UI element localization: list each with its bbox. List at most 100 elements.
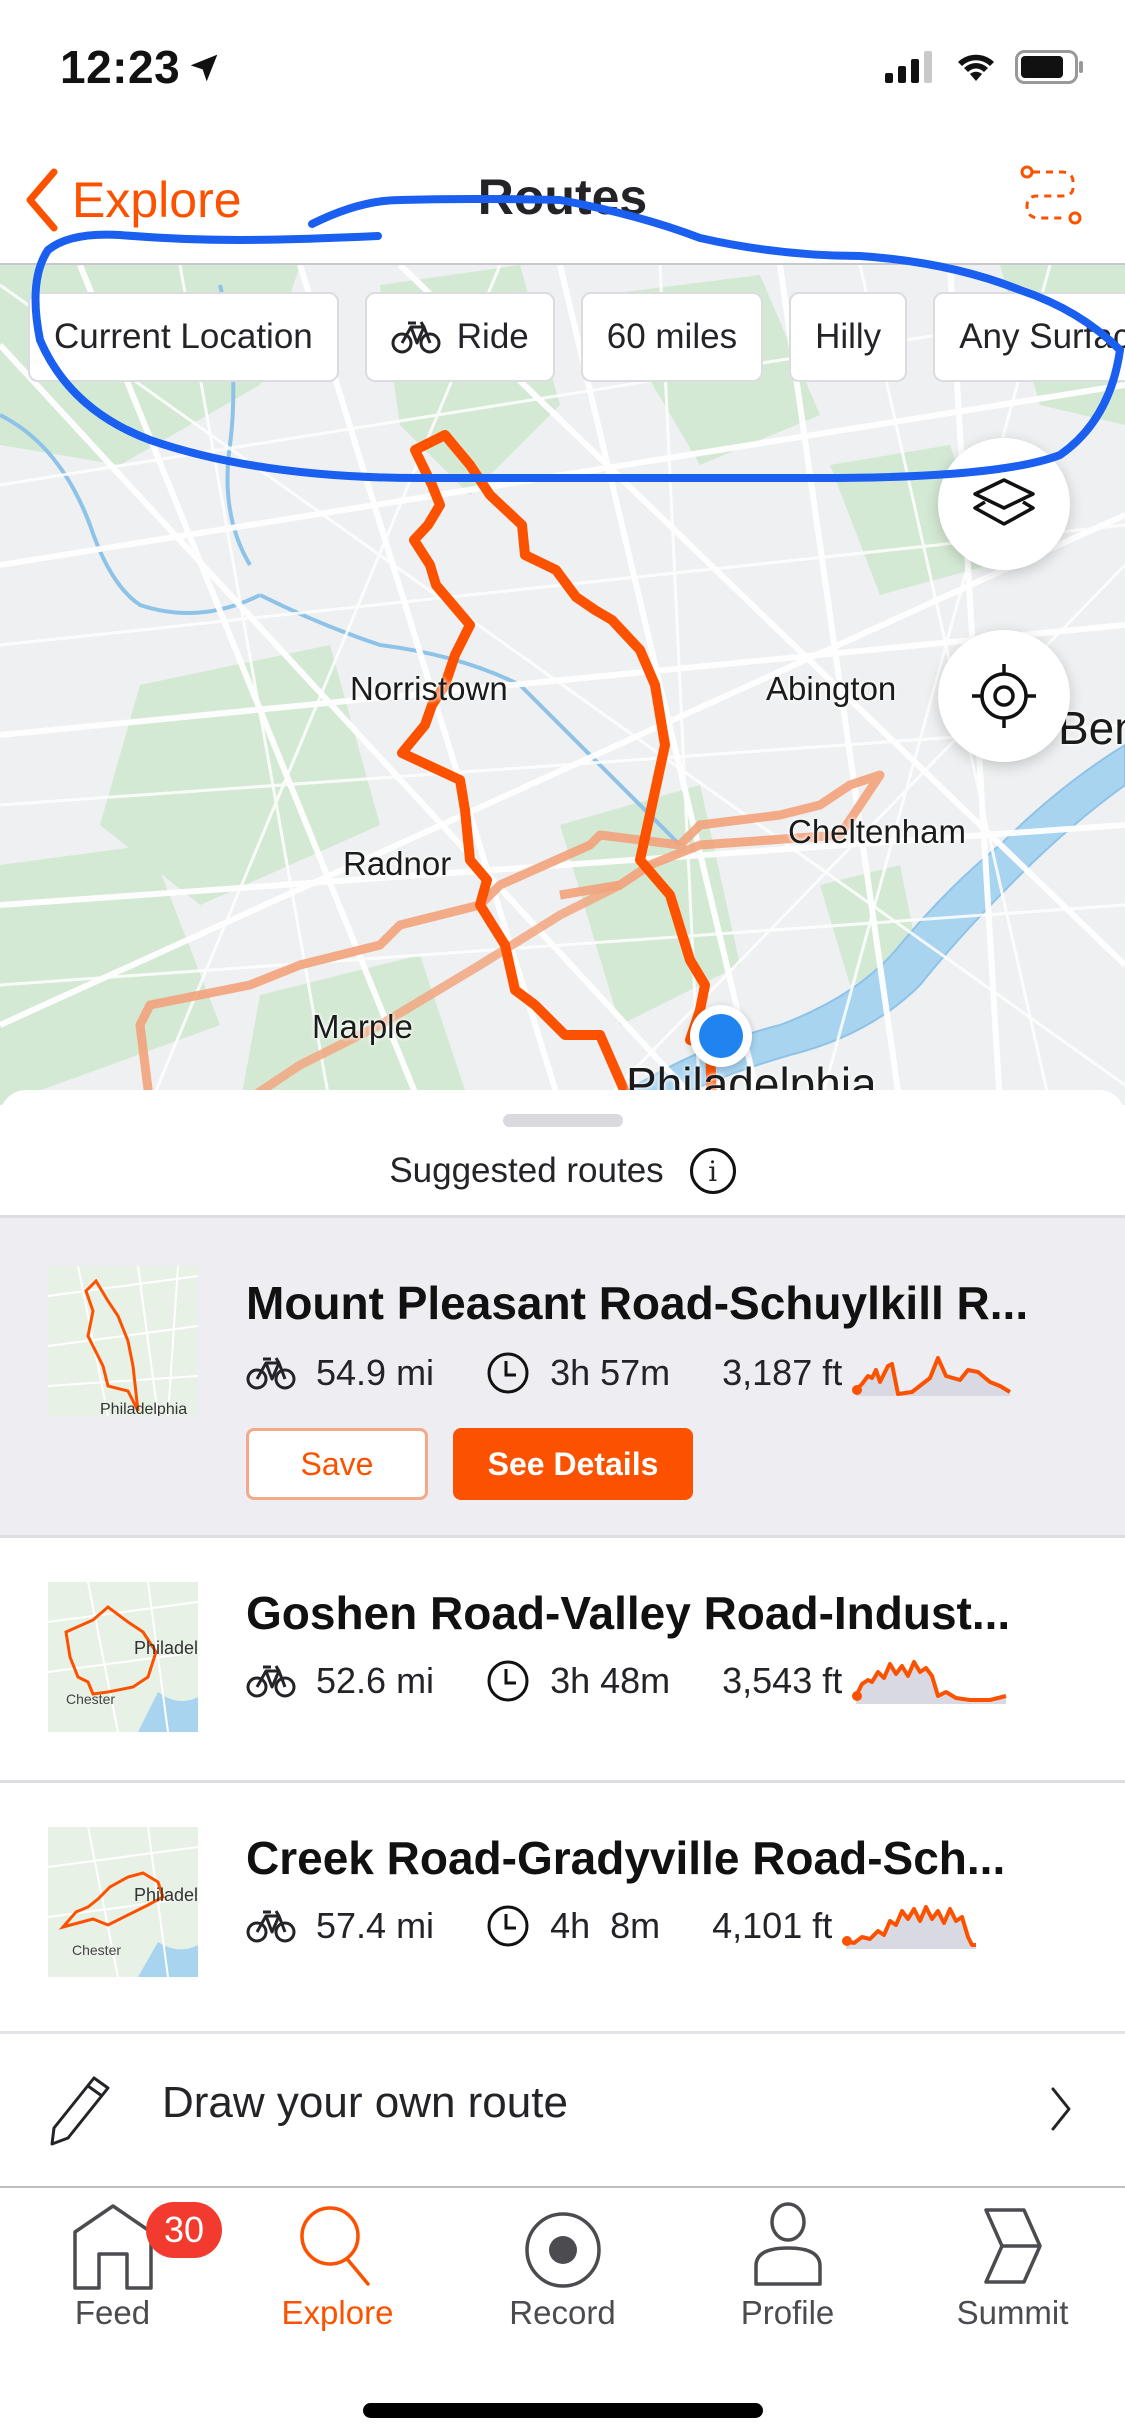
elevation-profile-chart	[852, 1660, 1007, 1704]
thumb-label-2: Chester	[72, 1942, 121, 1958]
home-indicator[interactable]	[363, 2403, 763, 2418]
chevron-right-icon	[1051, 2087, 1071, 2131]
route-stats: 52.6 mi 3h 48m 3,543 ft	[246, 1656, 1015, 1706]
profile-icon	[753, 2202, 822, 2286]
clock-icon	[487, 1905, 529, 1947]
filter-chip-surface[interactable]: Any Surface	[933, 292, 1125, 382]
tab-record[interactable]: Record	[450, 2188, 675, 2338]
time-stat: 4h 8m	[486, 1904, 660, 1948]
bike-icon	[246, 1910, 296, 1943]
distance-stat: 54.9 mi	[246, 1352, 434, 1394]
locate-me-icon	[972, 664, 1036, 728]
elevation-stat: 3,543 ft	[722, 1656, 1015, 1706]
draw-route-label: Draw your own route	[162, 2078, 568, 2127]
time-stat: 3h 48m	[486, 1659, 670, 1703]
sheet-grabber[interactable]	[503, 1114, 623, 1127]
filter-chip-activity[interactable]: Ride	[364, 292, 555, 382]
map-label-marple: Marple	[312, 1008, 413, 1045]
save-button[interactable]: Save	[246, 1428, 428, 1500]
route-stats: 57.4 mi 4h 8m 4,101 ft	[246, 1901, 1005, 1951]
locate-me-button[interactable]	[938, 630, 1070, 762]
map-layers-button[interactable]	[938, 438, 1070, 570]
distance-value: 54.9 mi	[316, 1352, 435, 1393]
map-label-radnor: Radnor	[343, 845, 452, 882]
time-value: 3h 48m	[550, 1660, 671, 1701]
notification-badge: 30	[146, 2202, 222, 2258]
bike-icon	[246, 1357, 296, 1390]
bike-icon	[246, 1665, 296, 1698]
route-stats: 54.9 mi 3h 57m 3,187 ft	[246, 1348, 1015, 1398]
search-icon	[299, 2206, 370, 2286]
sheet-header: Suggested routes i	[0, 1148, 1125, 1194]
tab-label: Summit	[956, 2294, 1069, 2331]
route-thumbnail: Philadelphia Chester	[48, 1582, 198, 1732]
location-arrow-icon	[190, 54, 218, 82]
elevation-value: 3,187 ft	[722, 1352, 843, 1393]
elevation-stat: 3,187 ft	[722, 1348, 1015, 1398]
current-location-dot	[690, 1005, 752, 1067]
filter-chip-location[interactable]: Current Location	[28, 292, 339, 382]
elevation-value: 3,543 ft	[722, 1660, 843, 1701]
route-name: Mount Pleasant Road-Schuylkill R...	[246, 1277, 1029, 1329]
elevation-profile-chart	[852, 1356, 1012, 1396]
bike-icon	[391, 321, 441, 354]
home-icon	[72, 2204, 153, 2290]
route-item[interactable]: Philadelphia Chester Goshen Road-Valley …	[0, 1535, 1125, 1780]
distance-stat: 52.6 mi	[246, 1660, 434, 1702]
page-title: Routes	[477, 169, 648, 225]
pencil-icon	[50, 2076, 110, 2146]
summit-icon	[983, 2208, 1042, 2284]
tab-label: Explore	[281, 2294, 394, 2331]
status-icons	[885, 50, 1085, 84]
thumb-label-2: Chester	[66, 1691, 115, 1707]
elevation-profile-chart	[842, 1905, 977, 1949]
map-view[interactable]: Norristown Abington Cheltenham Radnor Ma…	[0, 265, 1125, 1105]
route-item[interactable]: Philadelphia Chester Creek Road-Gradyvil…	[0, 1780, 1125, 2030]
filter-chip-distance[interactable]: 60 miles	[580, 292, 764, 382]
layers-icon	[973, 478, 1035, 526]
route-thumbnail: Philadelphia	[48, 1266, 198, 1416]
map-label-abington: Abington	[766, 670, 897, 707]
suggested-routes-sheet: Suggested routes i Philadelphia Mount Pl…	[0, 1090, 1125, 2190]
info-icon[interactable]: i	[689, 1148, 736, 1194]
tab-profile[interactable]: Profile	[675, 2188, 900, 2338]
tab-label: Record	[509, 2294, 616, 2331]
route-name: Goshen Road-Valley Road-Indust...	[246, 1587, 1011, 1639]
chip-label: Current Location	[54, 317, 313, 356]
clock-icon	[487, 1352, 529, 1394]
draw-own-route-row[interactable]: Draw your own route	[0, 2031, 1125, 2186]
elevation-value: 4,101 ft	[712, 1905, 833, 1946]
filter-chips: Current Location Ride 60 miles Hilly Any…	[0, 292, 1125, 384]
chip-label: Any Surface	[959, 317, 1125, 356]
thumb-label: Philadelphia	[134, 1638, 198, 1658]
sheet-title: Suggested routes	[389, 1151, 664, 1190]
status-time: 12:23	[60, 41, 181, 93]
route-item[interactable]: Philadelphia Mount Pleasant Road-Schuylk…	[0, 1215, 1125, 1535]
time-value: 4h 8m	[550, 1905, 661, 1946]
map-label-norristown: Norristown	[350, 670, 508, 707]
route-name: Creek Road-Gradyville Road-Sch...	[246, 1832, 1006, 1884]
battery-icon	[1015, 50, 1083, 84]
distance-stat: 57.4 mi	[246, 1905, 434, 1947]
chip-label: Ride	[456, 317, 529, 356]
time-value: 3h 57m	[550, 1352, 671, 1393]
nav-bar: Explore Routes	[0, 140, 1125, 265]
filter-chip-elevation[interactable]: Hilly	[789, 292, 908, 382]
route-builder-icon[interactable]	[1015, 160, 1087, 232]
record-icon	[524, 2212, 601, 2288]
status-bar: 12:23	[0, 0, 1125, 140]
thumb-label: Philadelphia	[100, 1401, 187, 1416]
tab-label: Feed	[74, 2294, 151, 2331]
signal-icon	[885, 51, 932, 83]
tab-explore[interactable]: Explore	[225, 2188, 450, 2338]
tab-bar: 30 Feed Explore Record Profile Summit	[0, 2186, 1125, 2436]
wifi-icon	[958, 54, 994, 81]
chip-label: Hilly	[815, 317, 882, 356]
elevation-stat: 4,101 ft	[712, 1901, 1005, 1951]
map-label-cheltenham: Cheltenham	[788, 813, 966, 850]
tab-feed[interactable]: 30 Feed	[0, 2188, 225, 2338]
tab-summit[interactable]: Summit	[900, 2188, 1125, 2338]
distance-value: 52.6 mi	[316, 1660, 435, 1701]
see-details-button[interactable]: See Details	[453, 1428, 693, 1500]
time-stat: 3h 57m	[486, 1351, 670, 1395]
